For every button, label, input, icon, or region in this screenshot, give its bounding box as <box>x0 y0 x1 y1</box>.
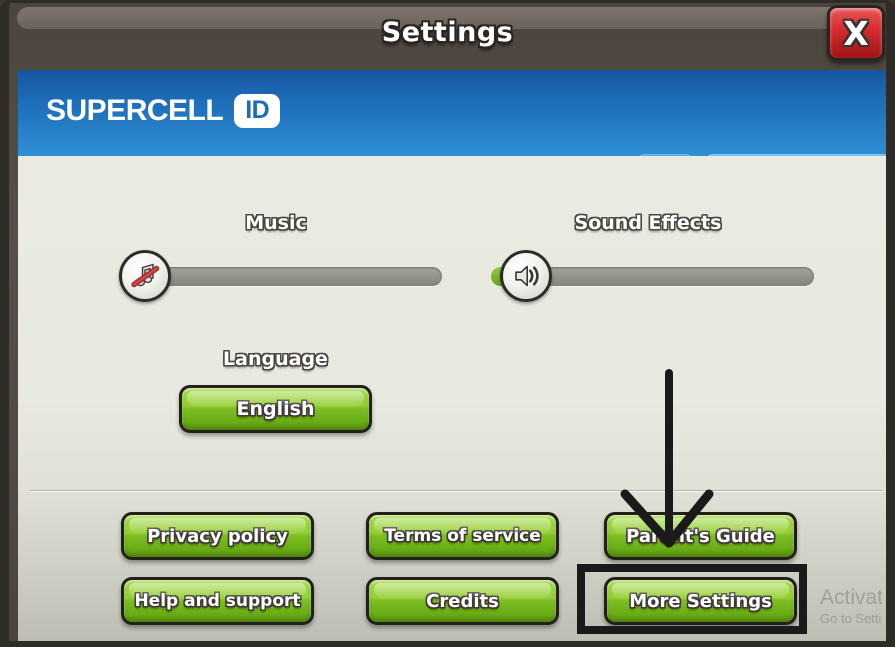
settings-content-panel: Music Sound Effects Language English Pri… <box>18 156 886 641</box>
activate-windows-watermark: Activate Windows Go to Settings to activ… <box>820 585 882 628</box>
supercell-id-badge: ID <box>234 94 281 128</box>
credits-button[interactable]: Credits <box>366 577 559 625</box>
settings-window: Settings X SUPERCELL ID Connect to Super… <box>0 0 895 647</box>
privacy-policy-button[interactable]: Privacy policy <box>121 512 314 560</box>
close-button[interactable]: X <box>827 5 885 61</box>
close-x-icon: X <box>843 13 869 53</box>
activate-windows-title: Activate Windows <box>820 585 882 609</box>
supercell-logo: SUPERCELL ID <box>46 94 281 128</box>
activate-windows-subtitle: Go to Settings to activate Windows. <box>820 610 882 626</box>
terms-of-service-button[interactable]: Terms of service <box>366 512 559 560</box>
page-title: Settings <box>381 17 514 48</box>
parents-guide-button[interactable]: Parent's Guide <box>604 512 797 560</box>
bottom-button-grid: Privacy policy Terms of service Parent's… <box>18 156 886 641</box>
more-settings-button[interactable]: More Settings <box>604 577 797 625</box>
supercell-wordmark: SUPERCELL <box>46 94 224 127</box>
supercell-id-banner: SUPERCELL ID Connect to Supercell ID to … <box>18 70 886 156</box>
help-and-support-button[interactable]: Help and support <box>121 577 314 625</box>
